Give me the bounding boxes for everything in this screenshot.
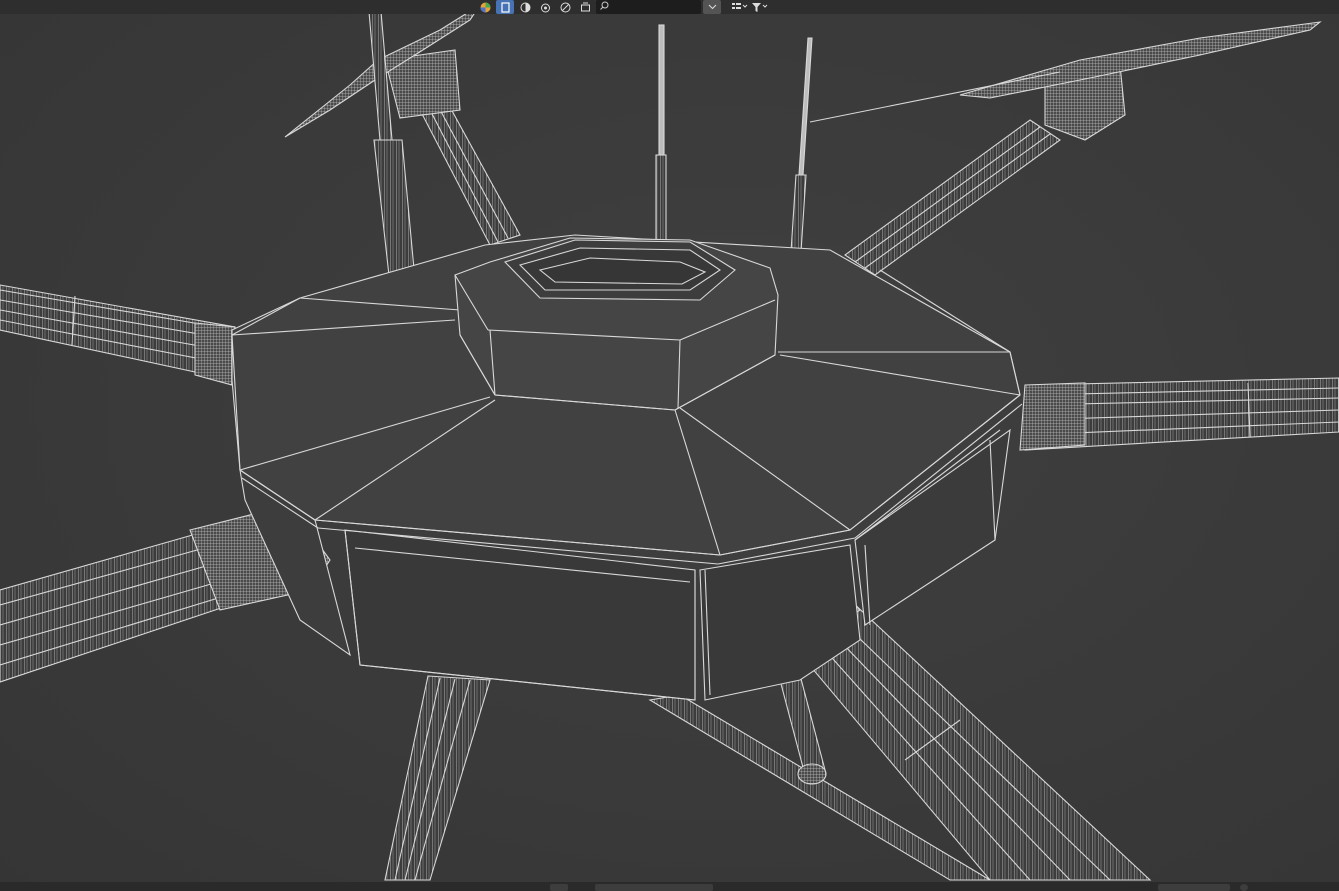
status-bar-segment — [1158, 884, 1230, 891]
indirect-only-icon[interactable] — [576, 0, 594, 14]
filter-dropdown[interactable] — [751, 0, 769, 14]
status-bar-segment — [550, 884, 568, 891]
display-mode-dropdown[interactable] — [731, 0, 749, 14]
chevron-down-icon — [742, 4, 748, 8]
arm-left — [0, 284, 236, 386]
wireframe-drone-model — [0, 0, 1339, 881]
search-icon — [600, 1, 609, 13]
arm-right — [1019, 377, 1339, 451]
selectable-toggle-icon[interactable] — [496, 0, 514, 14]
render-display-icon[interactable] — [536, 0, 554, 14]
search-options-dropdown[interactable] — [703, 0, 721, 14]
status-bar-segment — [595, 884, 713, 891]
chevron-down-icon — [762, 4, 768, 8]
search-input[interactable] — [611, 1, 691, 13]
chevron-down-icon — [708, 4, 716, 10]
antenna-center — [655, 24, 667, 241]
status-bar-segment — [1240, 884, 1248, 891]
funnel-icon — [752, 2, 761, 12]
list-view-icon — [732, 3, 741, 9]
status-bar — [0, 882, 1339, 891]
outliner-search-field[interactable] — [596, 0, 701, 14]
holdout-icon[interactable] — [556, 0, 574, 14]
3d-viewport[interactable] — [0, 0, 1339, 891]
landing-leg-left — [384, 675, 491, 881]
viewport-display-icon[interactable] — [516, 0, 534, 14]
rainbow-ball-icon[interactable] — [476, 0, 494, 14]
viewport-header — [0, 0, 1339, 14]
outliner-toolbar — [476, 0, 769, 14]
